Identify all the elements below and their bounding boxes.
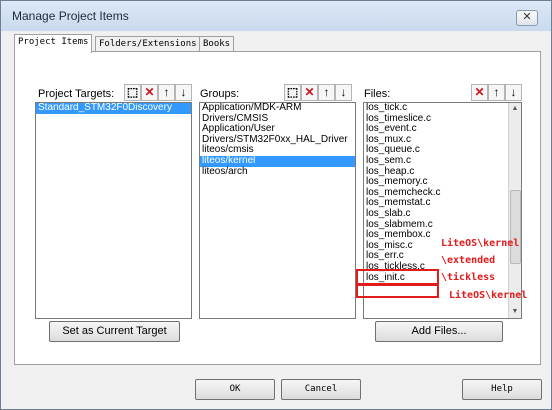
cancel-button[interactable]: Cancel xyxy=(281,379,361,400)
tab-books[interactable]: Books xyxy=(199,36,235,52)
delete-group-button[interactable]: ✕ xyxy=(301,84,318,101)
list-item-target[interactable]: Standard_STM32F0Discovery xyxy=(36,103,191,114)
dialog-client: Project Items Folders/Extensions Books P… xyxy=(8,31,545,401)
tab-project-items[interactable]: Project Items xyxy=(14,34,93,53)
dialog-title: Manage Project Items xyxy=(12,9,129,23)
list-item-file[interactable]: los_tick.c xyxy=(364,103,521,114)
move-target-up-button[interactable]: ↑ xyxy=(158,84,175,101)
init-path-annotation: LiteOS\kernel xyxy=(449,290,528,301)
move-file-up-button[interactable]: ↑ xyxy=(488,84,505,101)
arrow-down-icon: ↓ xyxy=(340,85,347,99)
tab-folders-extensions[interactable]: Folders/Extensions xyxy=(95,36,201,52)
set-as-current-target-button[interactable]: Set as Current Target xyxy=(49,321,180,342)
help-button[interactable]: Help xyxy=(462,379,542,400)
arrow-down-icon: ↓ xyxy=(180,85,187,99)
new-group-button[interactable]: ⬚ xyxy=(284,84,301,101)
groups-label: Groups: xyxy=(200,88,240,100)
delete-icon: ✕ xyxy=(304,85,315,99)
delete-icon: ✕ xyxy=(474,85,485,99)
manage-project-items-dialog: Manage Project Items ✕ Project Items Fol… xyxy=(0,0,552,410)
move-file-down-button[interactable]: ↓ xyxy=(505,84,522,101)
groups-list[interactable]: Application/MDK-ARM Drivers/CMSIS Applic… xyxy=(199,102,356,319)
move-target-down-button[interactable]: ↓ xyxy=(175,84,192,101)
arrow-up-icon: ↑ xyxy=(323,85,330,99)
tickless-path-annotation: LiteOS\kernel \extended \tickless xyxy=(441,238,520,283)
new-item-icon: ⬚ xyxy=(286,85,299,99)
move-group-up-button[interactable]: ↑ xyxy=(318,84,335,101)
list-item-group[interactable]: Application/MDK-ARM xyxy=(200,103,355,114)
arrow-down-icon: ↓ xyxy=(510,85,517,99)
close-button[interactable]: ✕ xyxy=(516,10,538,26)
project-targets-label: Project Targets: xyxy=(38,88,115,100)
list-item-group[interactable]: liteos/arch xyxy=(200,166,355,178)
project-targets-list[interactable]: Standard_STM32F0Discovery xyxy=(35,102,192,319)
scroll-up-icon[interactable]: ▲ xyxy=(509,103,521,115)
move-group-down-button[interactable]: ↓ xyxy=(335,84,352,101)
arrow-up-icon: ↑ xyxy=(493,85,500,99)
files-label: Files: xyxy=(364,88,391,100)
delete-target-button[interactable]: ✕ xyxy=(141,84,158,101)
new-item-icon: ⬚ xyxy=(126,85,139,99)
new-target-button[interactable]: ⬚ xyxy=(124,84,141,101)
title-bar: Manage Project Items ✕ xyxy=(1,1,551,31)
delete-icon: ✕ xyxy=(144,85,155,99)
tickless-highlight-box xyxy=(356,269,439,285)
ok-button[interactable]: OK xyxy=(195,379,275,400)
scroll-down-icon[interactable]: ▼ xyxy=(509,306,521,318)
add-files-button[interactable]: Add Files... xyxy=(375,321,503,342)
init-highlight-box xyxy=(356,284,439,298)
list-item-group-selected[interactable]: liteos/kernel xyxy=(200,155,355,167)
project-items-panel: Project Targets: ⬚ ✕ ↑ ↓ Standard_STM32F… xyxy=(14,51,541,365)
list-item-file[interactable]: los_slab.c xyxy=(364,208,521,220)
arrow-up-icon: ↑ xyxy=(163,85,170,99)
delete-file-button[interactable]: ✕ xyxy=(471,84,488,101)
list-item-file[interactable]: los_sem.c xyxy=(364,155,521,167)
